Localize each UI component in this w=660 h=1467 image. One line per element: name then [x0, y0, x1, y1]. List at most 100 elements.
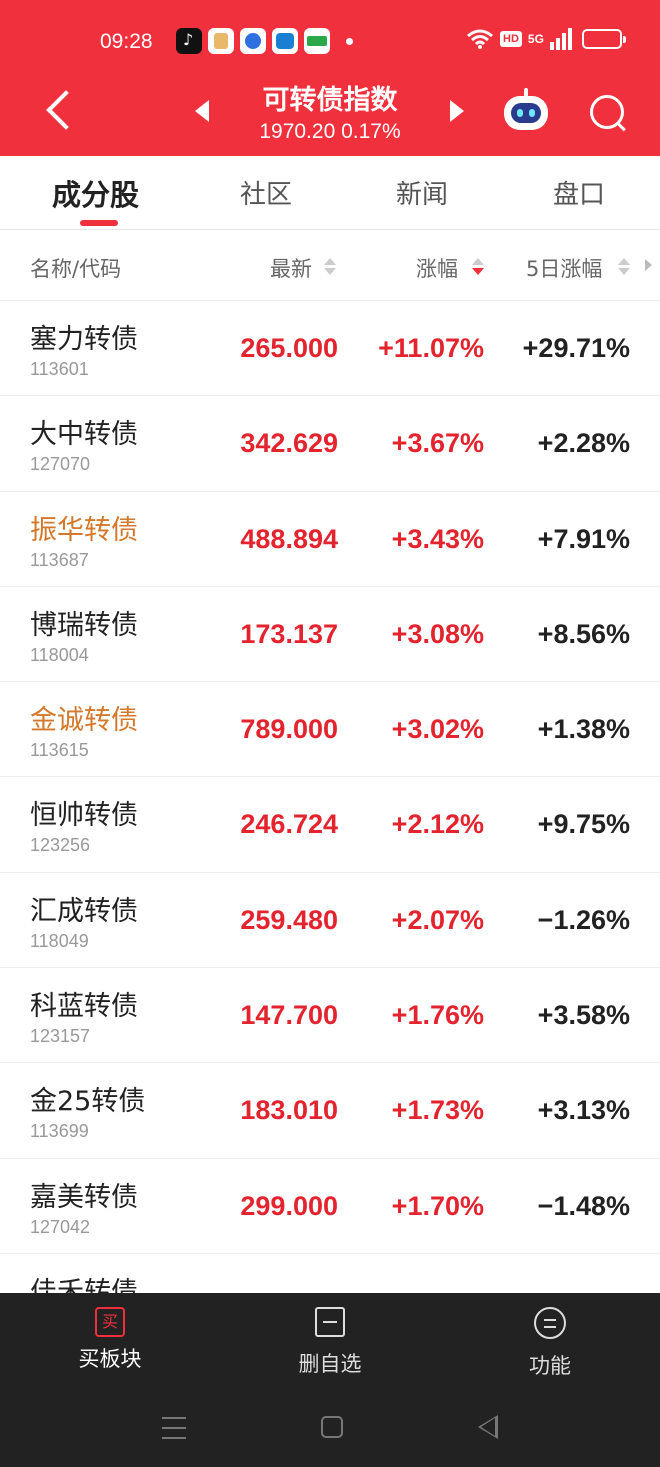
constituent-list: 塞力转债 113601 265.000 +11.07% +29.71% 大中转债…: [0, 301, 660, 1293]
latest-price: 299.000: [240, 1190, 338, 1221]
sort-icon[interactable]: [324, 258, 336, 276]
app-icon: [208, 28, 234, 54]
tab-orderbook[interactable]: 盘口: [553, 174, 605, 211]
five-day-change: +7.91%: [537, 523, 630, 554]
five-day-change: +9.75%: [537, 809, 630, 840]
table-row[interactable]: 振华转债 113687 488.894 +3.43% +7.91%: [0, 492, 660, 587]
table-row[interactable]: 金25转债 113699 183.010 +1.73% +3.13%: [0, 1063, 660, 1159]
bond-name: 塞力转债: [30, 324, 138, 355]
bond-name: 佳禾转债: [30, 1276, 138, 1293]
tab-constituents[interactable]: 成分股: [52, 172, 139, 214]
five-day-change: −1.26%: [537, 904, 630, 935]
change-percent: +1.73%: [391, 1095, 484, 1126]
search-icon[interactable]: [588, 93, 628, 133]
latest-price: 183.010: [240, 1095, 338, 1126]
buy-sector-button[interactable]: 买 买板块: [50, 1307, 170, 1373]
bond-code: 113615: [30, 740, 89, 761]
change-percent: +2.07%: [391, 904, 484, 935]
baidu-icon: [240, 28, 266, 54]
bond-code: 113699: [30, 1121, 89, 1142]
hd-badge: HD: [500, 31, 522, 47]
tab-bar: 成分股 社区 新闻 盘口: [0, 156, 660, 230]
oppo-icon: [304, 28, 330, 54]
back-button[interactable]: [42, 92, 78, 128]
bond-name: 恒帅转债: [30, 800, 138, 832]
signal-icon: [549, 28, 572, 50]
system-status: HD 5G: [466, 28, 626, 50]
latest-price: 342.629: [240, 428, 338, 459]
bond-code: 118004: [30, 644, 89, 665]
robot-assistant-icon[interactable]: [502, 88, 550, 132]
table-row[interactable]: 汇成转债 118049 259.480 +2.07% −1.26%: [0, 873, 660, 969]
change-percent: +3.02%: [391, 714, 484, 745]
table-row[interactable]: 博瑞转债 118004 173.137 +3.08% +8.56%: [0, 587, 660, 683]
latest-price: 265.000: [240, 333, 338, 363]
five-day-change: +3.58%: [537, 1000, 630, 1031]
functions-icon: [534, 1307, 566, 1339]
recent-apps-icon[interactable]: [162, 1417, 186, 1439]
sort-icon[interactable]: [618, 258, 630, 276]
column-latest-price[interactable]: 最新: [270, 253, 312, 283]
change-percent: +1.76%: [391, 1000, 484, 1031]
five-day-change: −1.48%: [537, 1190, 630, 1221]
table-row[interactable]: 佳禾转债: [0, 1254, 660, 1293]
five-day-change: +1.38%: [537, 714, 630, 745]
bond-code: 123256: [30, 835, 91, 856]
five-day-change: +2.28%: [537, 428, 630, 459]
table-row[interactable]: 金诚转债 113615 789.000 +3.02% +1.38%: [0, 682, 660, 778]
table-row[interactable]: 科蓝转债 123157 147.700 +1.76% +3.58%: [0, 968, 660, 1064]
table-row[interactable]: 嘉美转债 127042 299.000 +1.70% −1.48%: [0, 1159, 660, 1254]
tab-community[interactable]: 社区: [240, 174, 292, 211]
remove-watchlist-icon: [315, 1307, 345, 1337]
system-navigation-bar: [0, 1393, 660, 1467]
bond-code: 113601: [30, 359, 89, 379]
tab-news[interactable]: 新闻: [396, 174, 448, 211]
table-row[interactable]: 大中转债 127070 342.629 +3.67% +2.28%: [0, 396, 660, 492]
latest-price: 147.700: [240, 1000, 338, 1031]
notification-icons: [176, 28, 330, 54]
change-percent: +3.08%: [391, 618, 484, 649]
column-name-code: 名称/代码: [30, 257, 122, 281]
bond-name: 汇成转债: [30, 895, 138, 927]
bottom-action-bar: 买 买板块 删自选 功能: [0, 1293, 660, 1393]
bond-name: 大中转债: [30, 419, 138, 451]
active-tab-indicator: [80, 220, 118, 226]
tiktok-icon: [176, 28, 202, 54]
bond-name: 科蓝转债: [30, 991, 138, 1023]
bond-name: 振华转债: [30, 514, 138, 546]
app-header: 09:28 HD 5G 可转债指数 1970.20 0.17%: [0, 0, 660, 156]
sort-desc-icon[interactable]: [472, 258, 484, 276]
column-5day-change[interactable]: 5日涨幅: [526, 253, 602, 283]
column-change[interactable]: 涨幅: [416, 253, 458, 283]
table-row[interactable]: 恒帅转债 123256 246.724 +2.12% +9.75%: [0, 777, 660, 873]
functions-label: 功能: [529, 1354, 571, 1378]
table-row[interactable]: 塞力转债 113601 265.000 +11.07% +29.71%: [0, 301, 660, 397]
home-icon[interactable]: [321, 1416, 343, 1438]
remove-watchlist-button[interactable]: 删自选: [270, 1307, 390, 1378]
change-percent: +11.07%: [378, 333, 484, 363]
functions-button[interactable]: 功能: [490, 1307, 610, 1380]
five-day-change: +8.56%: [537, 618, 630, 649]
remove-watchlist-label: 删自选: [298, 1352, 362, 1376]
network-type: 5G: [527, 32, 544, 46]
system-back-icon[interactable]: [478, 1415, 498, 1439]
latest-price: 789.000: [240, 714, 338, 745]
wifi-icon: [467, 29, 493, 49]
status-bar: 09:28 HD 5G: [0, 24, 660, 62]
buy-sector-label: 买板块: [78, 1347, 142, 1371]
five-day-change: +29.71%: [522, 333, 630, 363]
scroll-columns-right-icon[interactable]: [645, 259, 652, 271]
next-index-arrow-icon[interactable]: [450, 100, 464, 122]
bond-code: 123157: [30, 1026, 91, 1047]
change-percent: +3.67%: [391, 428, 484, 459]
bond-code: 118049: [30, 930, 89, 951]
latest-price: 246.724: [240, 809, 338, 840]
battery-icon: [581, 29, 626, 49]
index-quote: 1970.20 0.17%: [259, 120, 401, 143]
buy-icon: 买: [95, 1307, 125, 1337]
table-header: 名称/代码 最新 涨幅 5日涨幅: [0, 231, 660, 301]
more-notifications-dot: [346, 38, 353, 45]
change-percent: +2.12%: [391, 809, 484, 840]
bond-name: 金诚转债: [30, 705, 138, 737]
status-time: 09:28: [100, 30, 153, 53]
